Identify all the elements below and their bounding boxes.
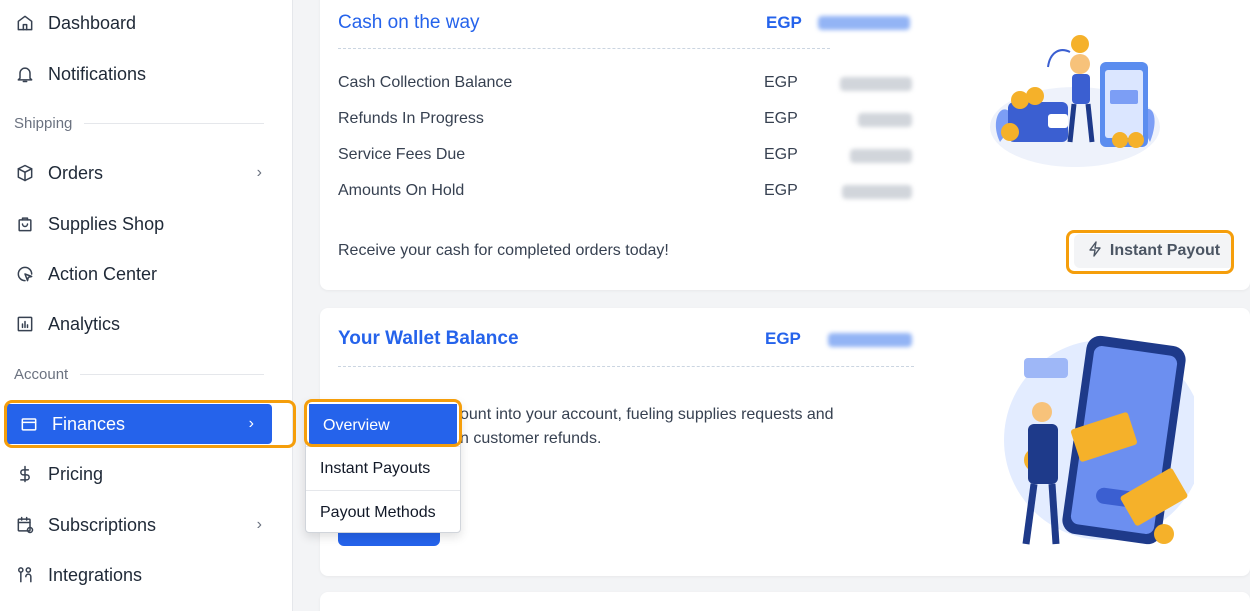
sidebar-item-label: Action Center bbox=[48, 263, 158, 284]
row-currency: EGP bbox=[764, 110, 798, 127]
row-currency: EGP bbox=[764, 146, 798, 163]
sidebar-item-notifications[interactable]: Notifications bbox=[0, 54, 280, 94]
submenu-item-instant-payouts[interactable]: Instant Payouts bbox=[306, 447, 460, 490]
row-label-service-fees: Service Fees Due bbox=[338, 146, 466, 163]
currency-label: EGP bbox=[766, 13, 802, 32]
highlight-box bbox=[1066, 230, 1234, 274]
sidebar-item-label: Orders bbox=[48, 162, 104, 183]
card-title: Your Wallet Balance bbox=[338, 328, 519, 349]
sidebar-item-label: Integrations bbox=[48, 564, 143, 585]
digital-payment-illustration bbox=[1004, 335, 1194, 545]
cash-on-the-way-card: Cash on the way EGP Cash Collection Bala… bbox=[320, 0, 1250, 290]
calendar-icon bbox=[14, 514, 36, 536]
row-label-refunds: Refunds In Progress bbox=[338, 110, 484, 127]
home-icon bbox=[14, 12, 36, 34]
cash-illustration bbox=[990, 35, 1160, 167]
sidebar-item-subscriptions[interactable]: Subscriptions › bbox=[0, 505, 280, 545]
row-amount-hidden bbox=[840, 77, 912, 91]
sidebar-item-label: Notifications bbox=[48, 63, 147, 84]
bell-icon bbox=[14, 63, 36, 85]
wallet-amount-hidden bbox=[828, 333, 912, 347]
sidebar-item-integrations[interactable]: Integrations bbox=[0, 555, 280, 595]
divider bbox=[338, 366, 914, 367]
sidebar: Dashboard Notifications Shipping Orders … bbox=[0, 0, 293, 611]
row-amount-hidden bbox=[850, 149, 912, 163]
sidebar-item-supplies-shop[interactable]: Supplies Shop bbox=[0, 204, 280, 244]
sidebar-item-pricing[interactable]: Pricing bbox=[0, 454, 280, 494]
highlight-box bbox=[4, 400, 296, 448]
sidebar-item-label: Pricing bbox=[48, 463, 104, 484]
dollar-icon bbox=[14, 463, 36, 485]
integration-icon bbox=[14, 564, 36, 586]
bag-icon bbox=[14, 213, 36, 235]
chart-icon bbox=[14, 313, 36, 335]
sidebar-item-action-center[interactable]: Action Center bbox=[0, 254, 280, 294]
sidebar-item-orders[interactable]: Orders › bbox=[0, 153, 280, 193]
row-label-cash-collection: Cash Collection Balance bbox=[338, 74, 513, 91]
sidebar-item-label: Analytics bbox=[48, 313, 121, 334]
submenu-item-payout-methods[interactable]: Payout Methods bbox=[306, 491, 460, 534]
box-icon bbox=[14, 162, 36, 184]
card-title: Cash on the way bbox=[338, 12, 480, 33]
instant-payout-note: Receive your cash for completed orders t… bbox=[338, 242, 669, 259]
cursor-target-icon bbox=[14, 263, 36, 285]
chevron-right-icon: › bbox=[256, 164, 262, 181]
sidebar-item-label: Supplies Shop bbox=[48, 213, 165, 234]
row-currency: EGP bbox=[764, 182, 798, 199]
row-currency: EGP bbox=[764, 74, 798, 91]
sidebar-item-label: Subscriptions bbox=[48, 514, 157, 535]
currency-label: EGP bbox=[765, 329, 801, 348]
section-label-shipping: Shipping bbox=[14, 115, 264, 132]
sidebar-item-dashboard[interactable]: Dashboard bbox=[0, 3, 280, 43]
sidebar-item-analytics[interactable]: Analytics bbox=[0, 304, 280, 344]
divider bbox=[338, 48, 830, 49]
wallet-description-line1: ount into your account, fueling supplies… bbox=[460, 406, 834, 423]
row-amount-hidden bbox=[858, 113, 912, 127]
chevron-right-icon: › bbox=[256, 516, 262, 533]
section-label-account: Account bbox=[14, 366, 264, 383]
highlight-box bbox=[304, 399, 462, 447]
wallet-description-line2: n customer refunds. bbox=[460, 430, 602, 447]
row-amount-hidden bbox=[842, 185, 912, 199]
next-card bbox=[320, 592, 1250, 611]
sidebar-item-label: Dashboard bbox=[48, 12, 137, 33]
amount-value-hidden bbox=[818, 16, 910, 30]
row-label-amounts-on-hold: Amounts On Hold bbox=[338, 182, 465, 199]
